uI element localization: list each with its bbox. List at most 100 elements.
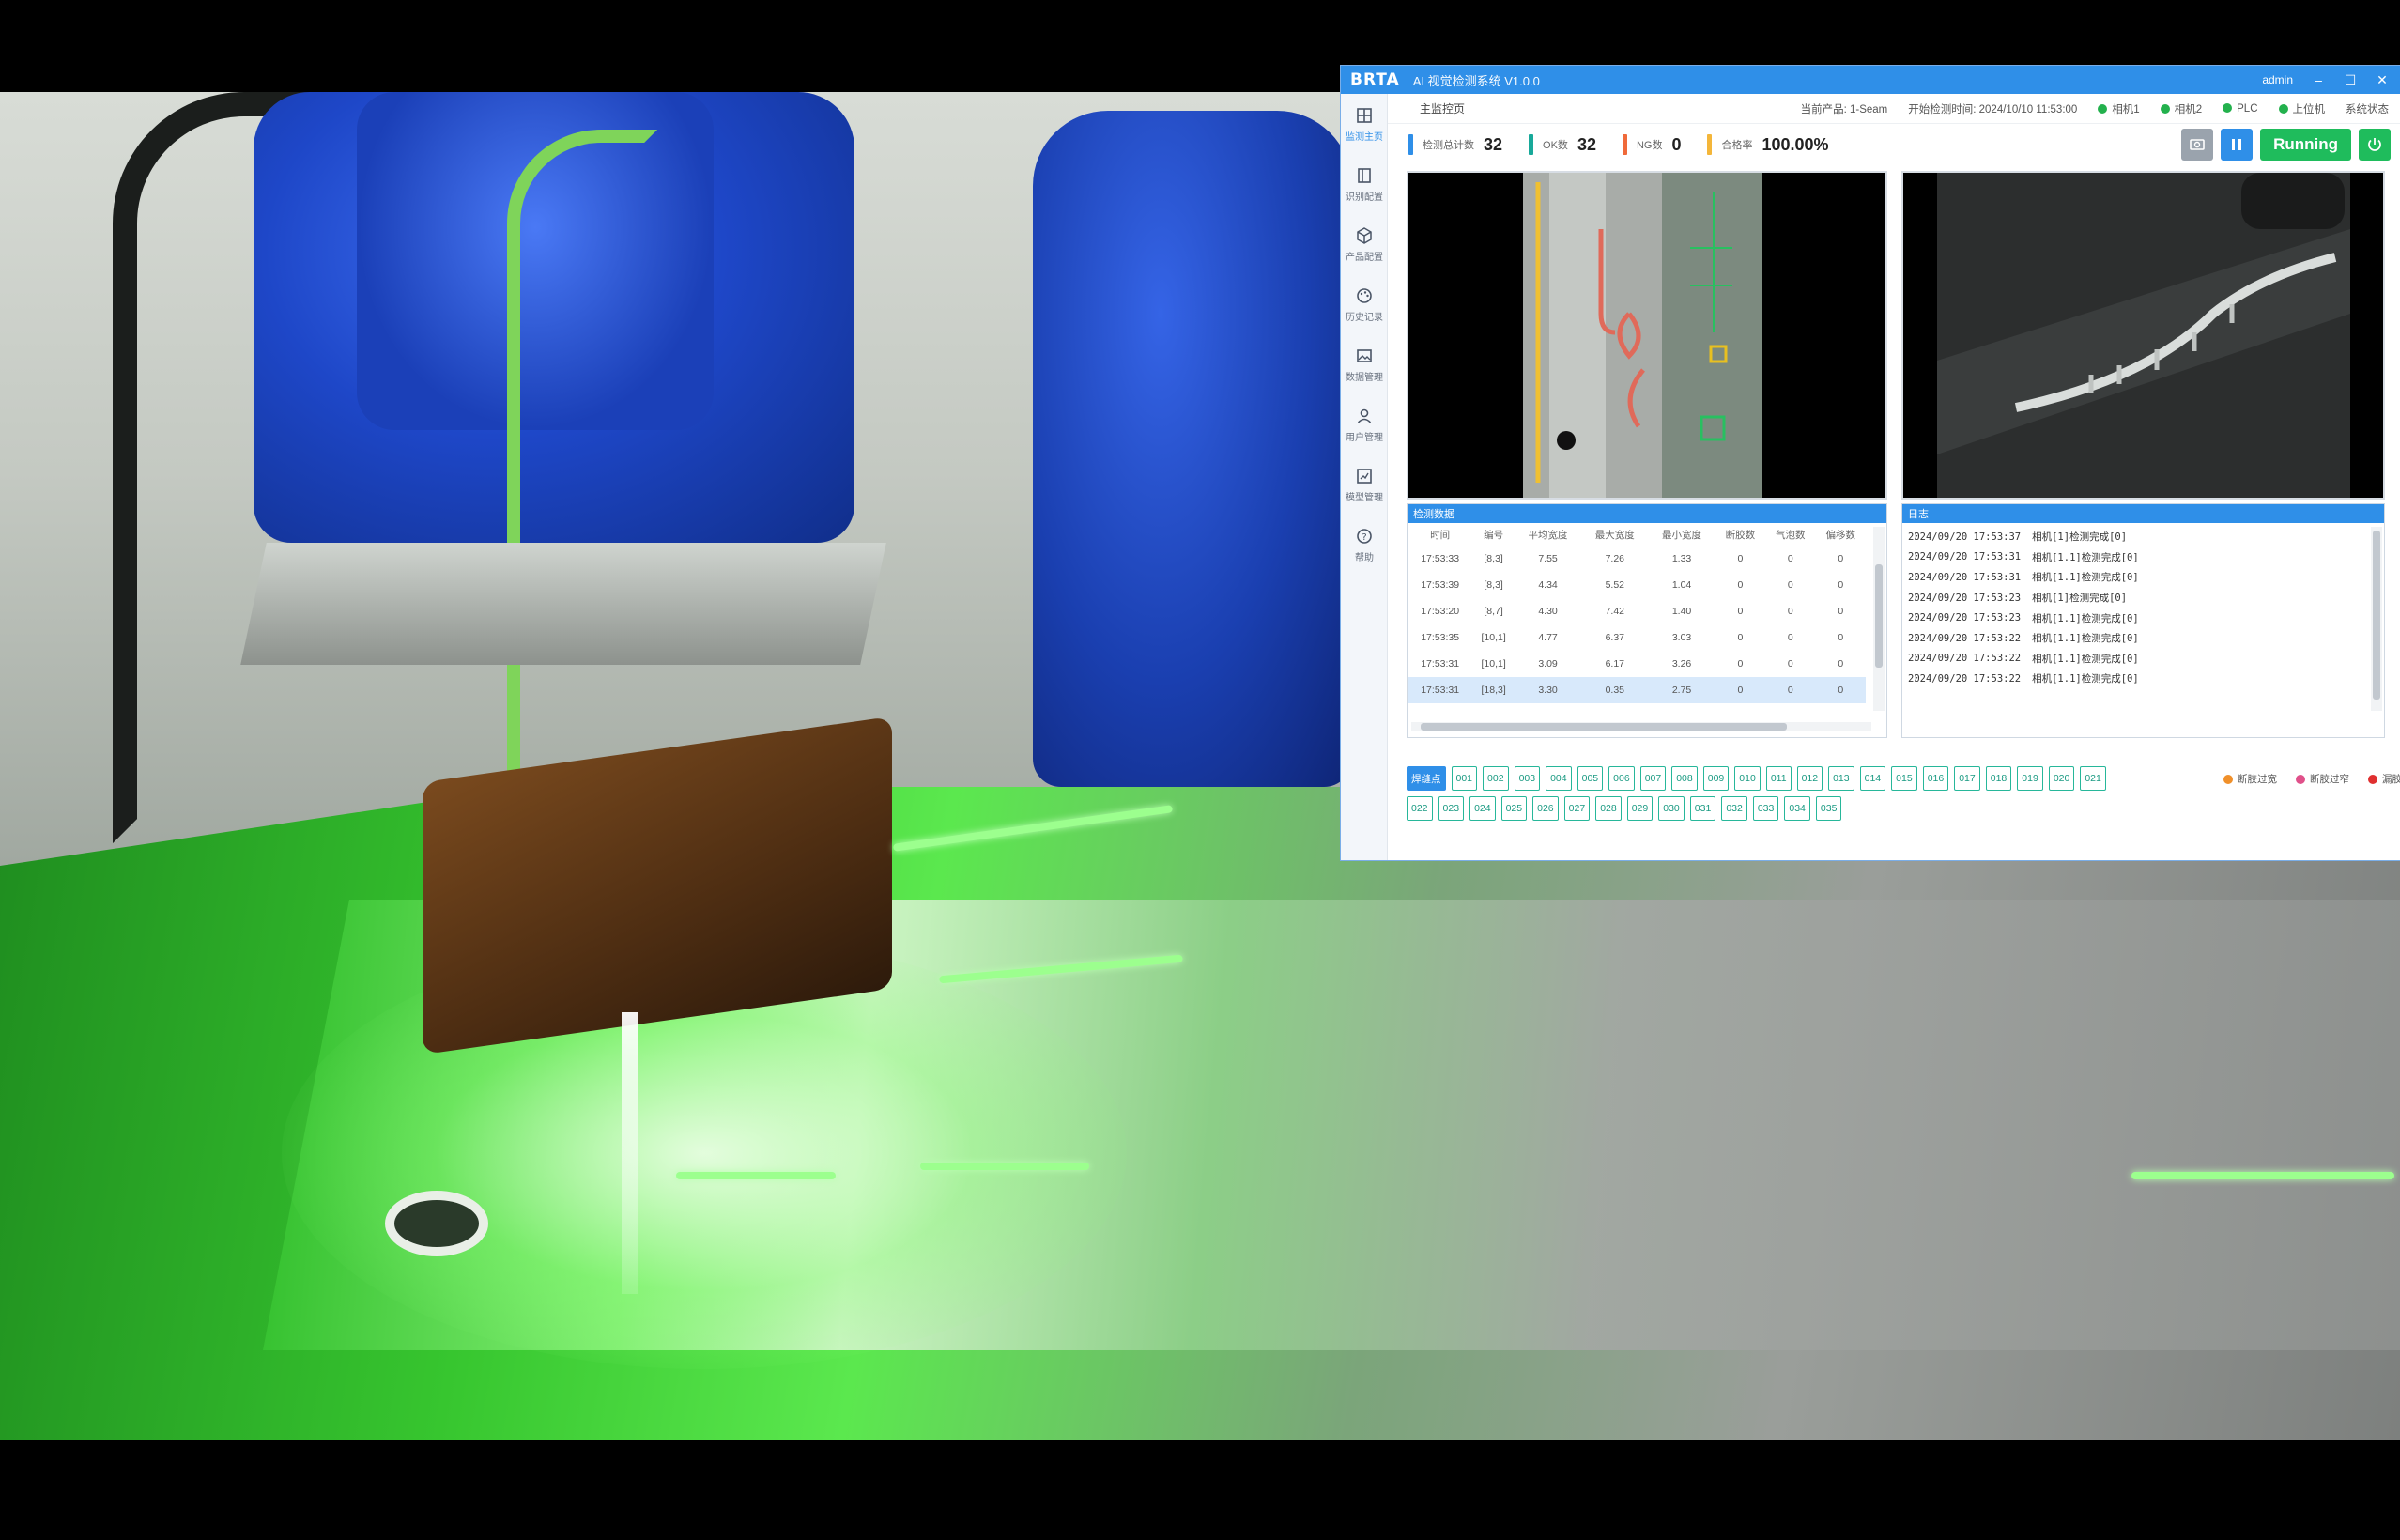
log-vertical-scrollbar[interactable] bbox=[2371, 527, 2382, 711]
seam-chip[interactable]: 010 bbox=[1734, 766, 1761, 791]
table-cell: 1.04 bbox=[1671, 579, 1692, 591]
column-header[interactable]: 时间 bbox=[1408, 523, 1472, 546]
camera-view-1[interactable] bbox=[1407, 171, 1887, 500]
log-time: 2024/09/20 17:53:22 bbox=[1908, 672, 2022, 685]
seam-chip[interactable]: 012 bbox=[1796, 766, 1823, 791]
power-icon bbox=[2368, 138, 2381, 151]
sidebar-item-help[interactable]: ? 帮助 bbox=[1341, 515, 1388, 575]
stat-pass-rate: 合格率 100.00% bbox=[1707, 134, 1829, 155]
stat-color-bar bbox=[1622, 134, 1627, 155]
seam-chip[interactable]: 019 bbox=[2017, 766, 2043, 791]
glue-bead bbox=[920, 1163, 1089, 1170]
minimize-icon[interactable]: – bbox=[2312, 72, 2325, 87]
table-cell: 17:53:31 bbox=[1408, 677, 1473, 703]
stat-value: 32 bbox=[1577, 134, 1596, 154]
stat-value: 100.00% bbox=[1762, 134, 1829, 154]
table-row[interactable]: 17:53:31 [18,3] 3.30 0.35 2.75 0 0 0 bbox=[1408, 677, 1866, 703]
sidebar-item-recognition[interactable]: 识别配置 bbox=[1341, 154, 1388, 214]
user-name[interactable]: admin bbox=[2262, 73, 2293, 86]
table-cell: [18,3] bbox=[1472, 677, 1515, 703]
seam-chip[interactable]: 029 bbox=[1626, 796, 1654, 821]
stat-color-bar bbox=[1408, 134, 1413, 155]
seam-chip[interactable]: 035 bbox=[1815, 796, 1842, 821]
seam-chip[interactable]: 006 bbox=[1608, 766, 1635, 791]
table-row[interactable]: 17:53:20 [8,7] 4.30 7.42 1.40 0 0 0 bbox=[1408, 598, 1866, 624]
seam-chip[interactable]: 013 bbox=[1828, 766, 1854, 791]
sidebar-item-history[interactable]: 历史记录 bbox=[1341, 274, 1388, 334]
seam-chip[interactable]: 034 bbox=[1784, 796, 1810, 821]
log-line: 2024/09/20 17:53:31 相机[1.1]检测完成[0] bbox=[1902, 567, 2384, 588]
legend-swatch-icon bbox=[2223, 774, 2233, 784]
rear-robot-arm bbox=[1033, 111, 1352, 787]
legend-label: 断胶过窄 bbox=[2310, 773, 2349, 785]
pause-icon bbox=[2232, 139, 2242, 150]
seam-chip-row: 焊缝点 001 002 003 004 005 006 007 008 009 010 011 012 0… bbox=[1407, 766, 2400, 791]
table-row[interactable]: 17:53:33 [8,3] 7.55 7.26 1.33 0 0 0 bbox=[1408, 546, 1866, 572]
camera-settings-button[interactable] bbox=[2181, 129, 2214, 161]
seam-chip[interactable]: 024 bbox=[1469, 796, 1496, 821]
stat-label: OK数 bbox=[1543, 140, 1568, 151]
sidebar-item-label: 数据管理 bbox=[1346, 372, 1383, 383]
column-header[interactable]: 编号 bbox=[1472, 523, 1515, 546]
seam-chip[interactable]: 002 bbox=[1483, 766, 1509, 791]
running-status-button[interactable]: Running bbox=[2260, 129, 2351, 161]
pause-button[interactable] bbox=[2221, 129, 2254, 161]
maximize-icon[interactable]: ☐ bbox=[2344, 72, 2357, 88]
seam-chip[interactable]: 007 bbox=[1639, 766, 1667, 791]
column-header[interactable]: 偏移数 bbox=[1816, 523, 1866, 546]
table-row[interactable]: 17:53:39 [8,3] 4.34 5.52 1.04 0 0 0 bbox=[1408, 572, 1866, 598]
seam-chip[interactable]: 031 bbox=[1689, 796, 1716, 821]
seam-chip[interactable]: 022 bbox=[1407, 796, 1433, 821]
seam-chip[interactable]: 028 bbox=[1595, 796, 1622, 821]
seam-chip[interactable]: 026 bbox=[1532, 796, 1559, 821]
seam-chip[interactable]: 001 bbox=[1451, 766, 1478, 791]
seam-chip[interactable]: 027 bbox=[1563, 796, 1591, 821]
seam-chip[interactable]: 005 bbox=[1577, 766, 1604, 791]
seam-chip[interactable]: 016 bbox=[1922, 766, 1949, 791]
column-header[interactable]: 气泡数 bbox=[1765, 523, 1815, 546]
column-header[interactable]: 平均宽度 bbox=[1515, 523, 1581, 546]
power-button[interactable] bbox=[2359, 129, 2391, 161]
seam-chip[interactable]: 018 bbox=[1985, 766, 2012, 791]
table-cell: 0 bbox=[1815, 677, 1866, 703]
seam-chip[interactable]: 032 bbox=[1721, 796, 1747, 821]
seam-chip[interactable]: 014 bbox=[1859, 766, 1886, 791]
seam-chip[interactable]: 020 bbox=[2048, 766, 2075, 791]
close-icon[interactable]: ✕ bbox=[2376, 72, 2389, 88]
table-horizontal-scrollbar[interactable] bbox=[1411, 722, 1871, 732]
seam-chip[interactable]: 023 bbox=[1438, 796, 1465, 821]
seam-chip[interactable]: 033 bbox=[1752, 796, 1779, 821]
seam-chip[interactable]: 021 bbox=[2080, 766, 2106, 791]
seam-all-button[interactable]: 焊缝点 bbox=[1407, 766, 1446, 791]
page-title: 主监控页 bbox=[1420, 102, 1466, 116]
camera-view-2[interactable] bbox=[1901, 171, 2385, 500]
layout-icon bbox=[1358, 167, 1371, 183]
sidebar-item-data[interactable]: 数据管理 bbox=[1341, 334, 1388, 394]
seam-chip[interactable]: 017 bbox=[1954, 766, 1980, 791]
log-line: 2024/09/20 17:53:23 相机[1.1]检测完成[0] bbox=[1902, 608, 2384, 628]
sidebar-item-users[interactable]: 用户管理 bbox=[1341, 394, 1388, 454]
sidebar-item-models[interactable]: 模型管理 bbox=[1341, 454, 1388, 515]
table-row[interactable]: 17:53:31 [10,1] 3.09 6.17 3.26 0 0 0 bbox=[1408, 651, 1866, 677]
stat-value: 0 bbox=[1671, 134, 1682, 154]
table-vertical-scrollbar[interactable] bbox=[1873, 527, 1885, 711]
sidebar-item-product[interactable]: 产品配置 bbox=[1341, 214, 1388, 274]
seam-chip[interactable]: 025 bbox=[1500, 796, 1528, 821]
seam-chip[interactable]: 008 bbox=[1671, 766, 1698, 791]
table-cell: 4.77 bbox=[1538, 632, 1558, 643]
seam-chip[interactable]: 030 bbox=[1658, 796, 1685, 821]
seam-chip[interactable]: 015 bbox=[1891, 766, 1917, 791]
column-header[interactable]: 最大宽度 bbox=[1581, 523, 1648, 546]
current-product: 当前产品: 1-Seam bbox=[1800, 103, 1888, 116]
sidebar-item-monitor[interactable]: 监测主页 bbox=[1341, 94, 1388, 154]
seam-chip[interactable]: 009 bbox=[1702, 766, 1730, 791]
sidebar-item-label: 模型管理 bbox=[1346, 492, 1383, 503]
seam-chip[interactable]: 003 bbox=[1514, 766, 1541, 791]
log-time: 2024/09/20 17:53:22 bbox=[1908, 632, 2022, 644]
table-row[interactable]: 17:53:35 [10,1] 4.77 6.37 3.03 0 0 0 bbox=[1408, 624, 1866, 651]
seam-chip[interactable]: 004 bbox=[1546, 766, 1572, 791]
log-panel: 日志 2024/09/20 17:53:37 相机[1]检测完成[0] 2024/0… bbox=[1901, 503, 2385, 738]
column-header[interactable]: 断胶数 bbox=[1715, 523, 1765, 546]
column-header[interactable]: 最小宽度 bbox=[1648, 523, 1715, 546]
seam-chip[interactable]: 011 bbox=[1765, 766, 1792, 791]
